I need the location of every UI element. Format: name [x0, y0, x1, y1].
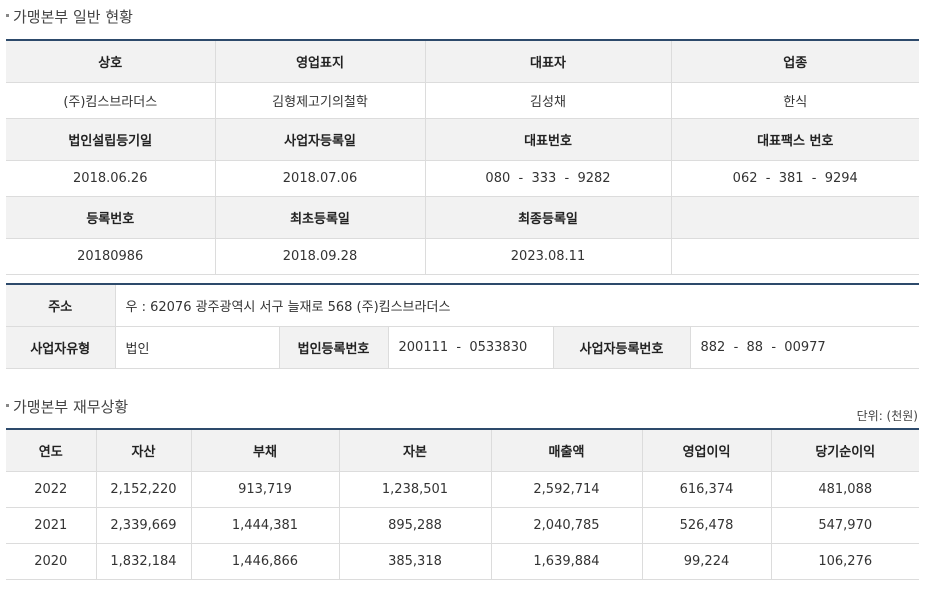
label-registration-no: 등록번호	[6, 196, 215, 239]
header-liabilities: 부채	[190, 429, 339, 472]
bullet-icon	[6, 404, 9, 407]
value-empty	[670, 238, 919, 275]
cell-equity: 895,288	[338, 507, 491, 544]
cell-revenue: 2,040,785	[490, 507, 642, 544]
value-business-reg-date: 2018.07.06	[214, 160, 425, 197]
value-business-reg-no: 882 - 88 - 00977	[689, 326, 920, 369]
general-section-title: 가맹본부 일반 현황	[6, 6, 133, 27]
label-industry: 업종	[670, 40, 919, 83]
label-address: 주소	[6, 284, 115, 327]
value-company-name: (주)킴스브라더스	[6, 82, 215, 119]
label-corp-reg-no: 법인등록번호	[278, 326, 388, 369]
table-row: 2021 2,339,669 1,444,381 895,288 2,040,7…	[6, 507, 919, 544]
cell-equity: 1,238,501	[338, 471, 491, 508]
header-equity: 자본	[338, 429, 491, 472]
value-business-type: 법인	[114, 326, 279, 369]
value-phone: 080 - 333 - 9282	[424, 160, 671, 197]
cell-year: 2021	[6, 507, 96, 544]
header-assets: 자산	[95, 429, 191, 472]
label-fax: 대표팩스 번호	[670, 118, 919, 161]
bullet-icon	[6, 14, 9, 17]
cell-assets: 1,832,184	[95, 543, 191, 580]
finance-section-title: 가맹본부 재무상황	[6, 396, 128, 417]
cell-net-income: 481,088	[770, 471, 919, 508]
header-revenue: 매출액	[490, 429, 642, 472]
cell-assets: 2,152,220	[95, 471, 191, 508]
label-incorporation-date: 법인설립등기일	[6, 118, 215, 161]
cell-net-income: 106,276	[770, 543, 919, 580]
cell-liabilities: 913,719	[190, 471, 339, 508]
value-incorporation-date: 2018.06.26	[6, 160, 215, 197]
value-ceo: 김성채	[424, 82, 671, 119]
finance-title-text: 가맹본부 재무상황	[13, 398, 129, 416]
label-ceo: 대표자	[424, 40, 671, 83]
value-brand: 김형제고기의철학	[214, 82, 425, 119]
cell-year: 2022	[6, 471, 96, 508]
cell-year: 2020	[6, 543, 96, 580]
header-net-income: 당기순이익	[770, 429, 919, 472]
label-business-type: 사업자유형	[6, 326, 115, 369]
value-last-reg-date: 2023.08.11	[424, 238, 671, 275]
cell-liabilities: 1,444,381	[190, 507, 339, 544]
label-last-reg-date: 최종등록일	[424, 196, 671, 239]
cell-operating-profit: 526,478	[641, 507, 771, 544]
address-table: 주소 우 : 62076 광주광역시 서구 늘재로 568 (주)킴스브라더스 …	[6, 283, 920, 369]
value-address: 우 : 62076 광주광역시 서구 늘재로 568 (주)킴스브라더스	[114, 284, 920, 327]
label-first-reg-date: 최초등록일	[214, 196, 425, 239]
label-empty	[670, 196, 919, 239]
value-corp-reg-no: 200111 - 0533830	[387, 326, 553, 369]
label-brand: 영업표지	[214, 40, 425, 83]
value-industry: 한식	[670, 82, 919, 119]
cell-net-income: 547,970	[770, 507, 919, 544]
label-phone: 대표번호	[424, 118, 671, 161]
unit-label: 단위: (천원)	[856, 409, 918, 423]
general-title-text: 가맹본부 일반 현황	[13, 8, 133, 26]
cell-revenue: 1,639,884	[490, 543, 642, 580]
label-company-name: 상호	[6, 40, 215, 83]
value-registration-no: 20180986	[6, 238, 215, 275]
cell-revenue: 2,592,714	[490, 471, 642, 508]
cell-operating-profit: 616,374	[641, 471, 771, 508]
general-info-table: 상호 영업표지 대표자 업종 (주)킴스브라더스 김형제고기의철학 김성채 한식…	[6, 39, 919, 275]
cell-operating-profit: 99,224	[641, 543, 771, 580]
cell-assets: 2,339,669	[95, 507, 191, 544]
cell-equity: 385,318	[338, 543, 491, 580]
table-row: 2022 2,152,220 913,719 1,238,501 2,592,7…	[6, 471, 919, 508]
value-fax: 062 - 381 - 9294	[670, 160, 919, 197]
cell-liabilities: 1,446,866	[190, 543, 339, 580]
table-row: 2020 1,832,184 1,446,866 385,318 1,639,8…	[6, 543, 919, 580]
label-business-reg-date: 사업자등록일	[214, 118, 425, 161]
finance-table: 연도 자산 부채 자본 매출액 영업이익 당기순이익 2022 2,152,22…	[6, 428, 919, 580]
header-year: 연도	[6, 429, 96, 472]
label-business-reg-no: 사업자등록번호	[552, 326, 690, 369]
header-operating-profit: 영업이익	[641, 429, 771, 472]
value-first-reg-date: 2018.09.28	[214, 238, 425, 275]
